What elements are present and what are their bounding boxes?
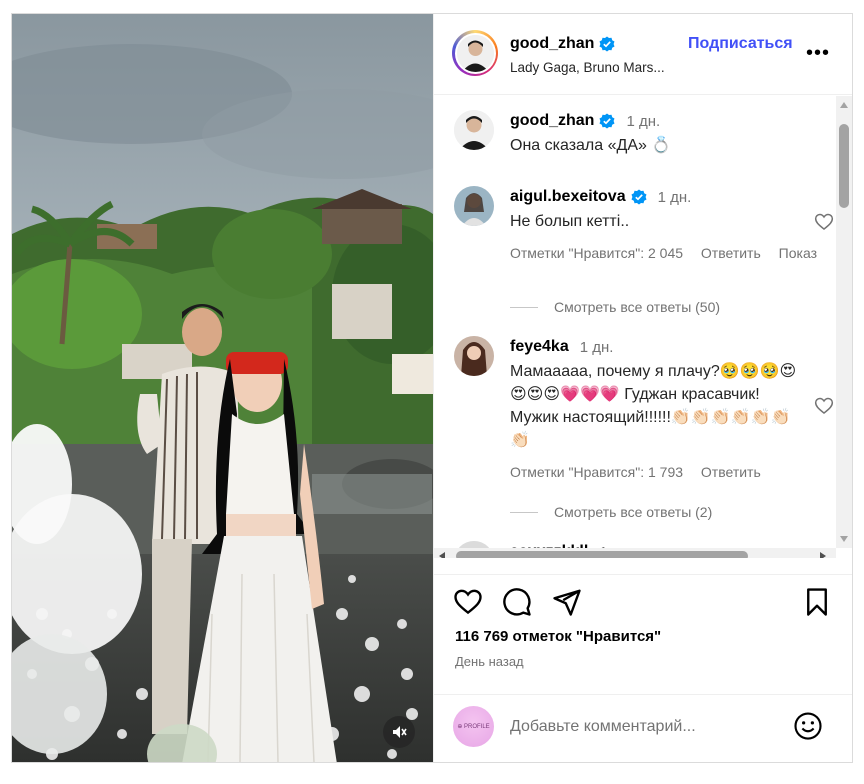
share-send-icon[interactable] — [552, 587, 582, 617]
vertical-scrollbar-thumb[interactable] — [839, 124, 849, 208]
comment-time[interactable]: 1 дн. — [580, 339, 614, 356]
more-options-button[interactable]: ••• — [806, 43, 830, 63]
comment-bubble-icon[interactable] — [502, 587, 532, 617]
scroll-down-arrow-icon[interactable] — [840, 536, 848, 542]
caption-time[interactable]: 1 дн. — [626, 113, 660, 130]
divider-line — [510, 306, 538, 308]
view-replies-label[interactable]: Смотреть все ответы (2) — [554, 504, 712, 520]
like-heart-icon[interactable] — [453, 587, 483, 617]
scroll-right-arrow-icon[interactable] — [820, 552, 826, 558]
caption-avatar[interactable] — [454, 110, 494, 150]
verified-badge-icon — [599, 113, 615, 129]
comment-avatar-image — [454, 186, 494, 226]
comment-reply-button[interactable]: Ответить — [701, 464, 761, 480]
comment-username-row: aigul.bexeitova 1 дн. — [510, 188, 691, 206]
post-actions-bar — [434, 574, 852, 634]
comment-avatar[interactable] — [454, 186, 494, 226]
comment-likes-count[interactable]: Отметки "Нравится": 2 045 — [510, 245, 683, 261]
mute-toggle-button[interactable] — [383, 716, 415, 748]
horizontal-scrollbar[interactable] — [434, 548, 836, 558]
comment-time[interactable]: 1 дн. — [658, 189, 692, 206]
scroll-left-arrow-icon[interactable] — [439, 552, 445, 558]
caption-text: Она сказала «ДА» 💍 — [510, 137, 672, 154]
comment-avatar-image — [454, 336, 494, 376]
save-bookmark-icon[interactable] — [802, 587, 832, 617]
comment-username-row: feye4ka 1 дн. — [510, 338, 613, 356]
view-replies-button[interactable]: Смотреть все ответы (2) — [510, 504, 712, 520]
comment-username[interactable]: feye4ka — [510, 338, 569, 356]
post-side-panel: good_zhan Lady Gaga, Bruno Mars... Подпи… — [433, 14, 852, 762]
comment-input[interactable] — [510, 715, 770, 739]
follow-button[interactable]: Подписаться — [688, 35, 793, 53]
post-dialog: good_zhan Lady Gaga, Bruno Mars... Подпи… — [11, 13, 853, 763]
post-date[interactable]: День назад — [455, 654, 524, 669]
author-username[interactable]: good_zhan — [510, 35, 594, 53]
post-header: good_zhan Lady Gaga, Bruno Mars... Подпи… — [434, 14, 852, 95]
verified-badge-icon — [631, 189, 647, 205]
comment-translate-button[interactable]: Показ — [779, 245, 817, 261]
author-avatar[interactable] — [452, 30, 498, 76]
caption-username[interactable]: good_zhan — [510, 112, 594, 130]
comment-meta: Отметки "Нравится": 2 045 Ответить Показ — [510, 245, 817, 261]
caption-username-row: good_zhan 1 дн. — [510, 112, 660, 130]
view-replies-label[interactable]: Смотреть все ответы (50) — [554, 299, 720, 315]
audio-attribution[interactable]: Lady Gaga, Bruno Mars... — [510, 60, 665, 75]
emoji-picker-icon[interactable] — [793, 711, 823, 741]
comment-like-heart-icon[interactable] — [814, 212, 834, 232]
divider-line — [510, 511, 538, 513]
current-user-avatar: ⊕ PROFILE — [453, 706, 494, 747]
post-likes-count[interactable]: 116 769 отметок "Нравится" — [455, 628, 661, 645]
scroll-up-arrow-icon[interactable] — [840, 102, 848, 108]
comments-list[interactable]: good_zhan 1 дн. Она сказала «ДА» 💍 aigul… — [434, 96, 852, 558]
comment-reply-button[interactable]: Ответить — [701, 245, 761, 261]
comment-username[interactable]: aigul.bexeitova — [510, 188, 626, 206]
current-user-avatar-text: ⊕ PROFILE — [457, 724, 490, 730]
comment-text: Мамааааа, почему я плачу?🥹🥹🥹😍😍😍😍💗💗💗 Гудж… — [510, 363, 797, 449]
verified-badge-icon — [599, 36, 615, 52]
comment-text: Не болып кетті.. — [510, 213, 630, 230]
view-replies-button[interactable]: Смотреть все ответы (50) — [510, 299, 720, 315]
video-frame-image — [12, 14, 433, 762]
caption-avatar-image — [454, 110, 494, 150]
comment-like-heart-icon[interactable] — [814, 396, 834, 416]
comment-meta: Отметки "Нравится": 1 793 Ответить — [510, 464, 800, 480]
comment-likes-count[interactable]: Отметки "Нравится": 1 793 — [510, 464, 683, 480]
post-video[interactable] — [12, 14, 433, 762]
speaker-muted-icon — [393, 726, 407, 738]
author-username-row[interactable]: good_zhan — [510, 35, 615, 53]
vertical-scrollbar[interactable] — [836, 96, 852, 548]
author-avatar-image — [456, 34, 494, 72]
horizontal-scrollbar-thumb[interactable] — [456, 551, 748, 558]
comment-avatar[interactable] — [454, 336, 494, 376]
